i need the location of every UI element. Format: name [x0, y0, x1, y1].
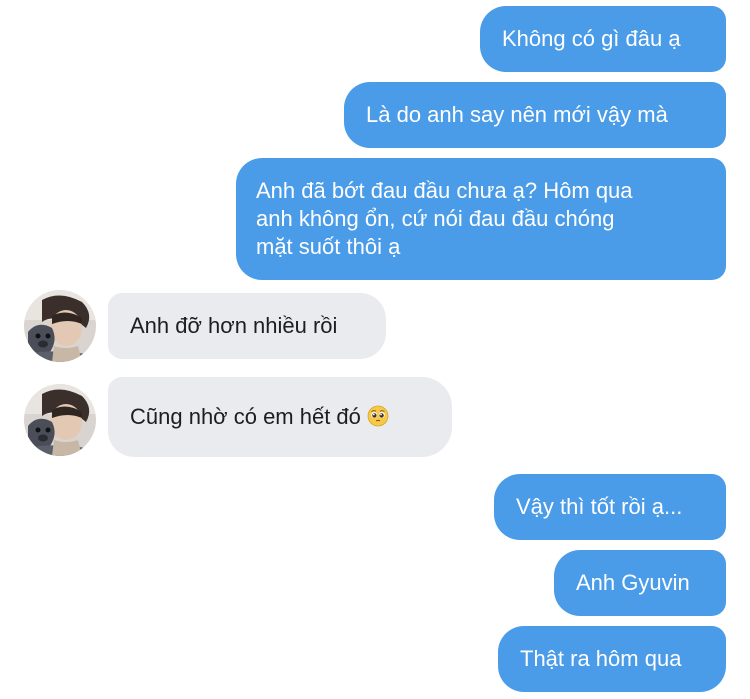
message-text: Thật ra hôm qua [520, 646, 682, 671]
outgoing-message-1[interactable]: Không có gì đâu ạ [480, 6, 726, 72]
contact-avatar[interactable] [24, 384, 96, 456]
message-line: mặt suốt thôi ạ [256, 234, 401, 259]
message-text: Vậy thì tốt rồi ạ... [516, 494, 683, 519]
message-text: Là do anh say nên mới vậy mà [366, 102, 668, 127]
outgoing-message-3[interactable]: Anh đã bớt đau đầu chưa ạ? Hôm qua anh k… [236, 158, 726, 280]
message-text: Cũng nhờ có em hết đó [130, 404, 361, 429]
message-line: anh không ổn, cứ nói đau đầu chóng [256, 206, 615, 231]
message-text: Anh đỡ hơn nhiều rồi [130, 313, 338, 338]
message-text: Không có gì đâu ạ [502, 26, 681, 51]
incoming-message-2[interactable]: Cũng nhờ có em hết đó [108, 377, 452, 457]
message-line: Anh đã bớt đau đầu chưa ạ? Hôm qua [256, 178, 633, 203]
pleading-face-emoji-icon [367, 405, 389, 427]
incoming-message-1[interactable]: Anh đỡ hơn nhiều rồi [108, 293, 386, 359]
message-text-block: Anh đã bớt đau đầu chưa ạ? Hôm qua anh k… [256, 177, 633, 261]
avatar-photo-icon [24, 384, 96, 456]
message-text: Anh Gyuvin [576, 570, 690, 595]
avatar-photo-icon [24, 290, 96, 362]
outgoing-message-6[interactable]: Thật ra hôm qua [498, 626, 726, 692]
outgoing-message-2[interactable]: Là do anh say nên mới vậy mà [344, 82, 726, 148]
outgoing-message-4[interactable]: Vậy thì tốt rồi ạ... [494, 474, 726, 540]
outgoing-message-5[interactable]: Anh Gyuvin [554, 550, 726, 616]
contact-avatar[interactable] [24, 290, 96, 362]
